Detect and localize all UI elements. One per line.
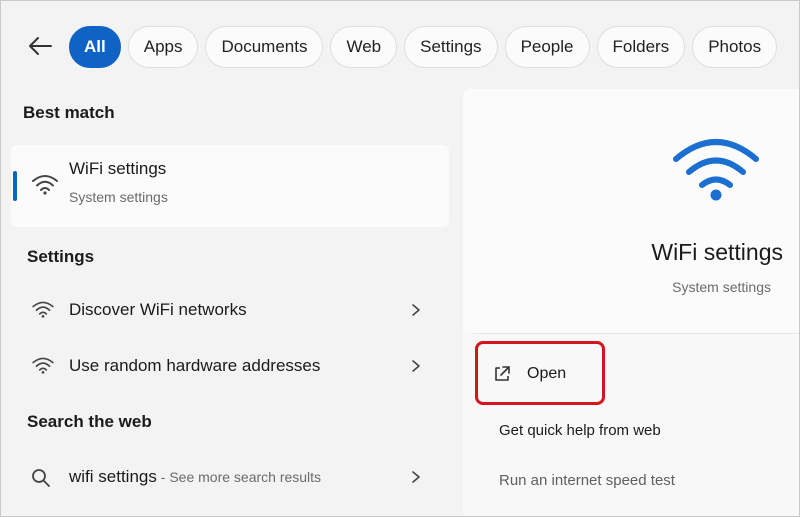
- open-external-icon: [495, 366, 510, 381]
- wifi-icon: [32, 301, 54, 318]
- divider: [473, 333, 799, 334]
- preview-subtitle: System settings: [672, 279, 771, 295]
- search-icon: [32, 469, 50, 487]
- chevron-right-icon: [412, 304, 420, 316]
- chip-web[interactable]: Web: [330, 26, 398, 68]
- best-match-heading: Best match: [23, 103, 115, 122]
- wifi-icon: [32, 357, 54, 374]
- back-button[interactable]: [25, 31, 55, 61]
- chip-settings[interactable]: Settings: [404, 26, 498, 68]
- filter-bar: All Apps Documents Web Settings People F…: [1, 1, 799, 89]
- result-random-hardware[interactable]: Use random hardware addresses: [11, 343, 449, 389]
- chevron-right-icon: [412, 360, 420, 372]
- best-match-title: WiFi settings: [69, 159, 167, 178]
- chip-people[interactable]: People: [504, 26, 590, 68]
- web-query: wifi settings: [69, 467, 157, 486]
- selection-indicator: [13, 171, 17, 201]
- result-web-search[interactable]: wifi settings - See more search results: [11, 454, 449, 500]
- web-search-label: wifi settings - See more search results: [69, 467, 321, 487]
- result-label: Use random hardware addresses: [69, 356, 321, 375]
- wifi-icon: [673, 139, 759, 201]
- search-window: All Apps Documents Web Settings People F…: [0, 0, 800, 517]
- action-speed-test[interactable]: Run an internet speed test: [499, 472, 675, 489]
- chevron-right-icon: [412, 471, 420, 483]
- web-suffix: - See more search results: [156, 469, 322, 485]
- result-discover-wifi[interactable]: Discover WiFi networks: [11, 287, 449, 333]
- chip-folders[interactable]: Folders: [596, 26, 686, 68]
- best-match-subtitle: System settings: [69, 189, 168, 205]
- chip-documents[interactable]: Documents: [205, 26, 324, 68]
- preview-header: WiFi settings System settings: [463, 89, 799, 333]
- search-web-heading: Search the web: [27, 412, 152, 431]
- filter-chips: All Apps Documents Web Settings People F…: [69, 25, 778, 69]
- chip-photos[interactable]: Photos: [692, 26, 778, 68]
- results-list: Best match WiFi settings System settings…: [1, 89, 461, 516]
- preview-title: WiFi settings: [651, 239, 783, 265]
- chip-all[interactable]: All: [69, 26, 121, 68]
- open-label: Open: [527, 365, 567, 382]
- wifi-icon: [32, 175, 58, 195]
- result-label: Discover WiFi networks: [69, 300, 247, 319]
- open-button[interactable]: Open: [493, 361, 566, 387]
- preview-panel: WiFi settings System settings Open Get q…: [463, 89, 799, 516]
- action-quick-help[interactable]: Get quick help from web: [499, 422, 661, 439]
- best-match-result[interactable]: WiFi settings System settings: [11, 145, 449, 227]
- settings-heading: Settings: [27, 247, 95, 266]
- arrow-left-icon: [29, 37, 52, 55]
- chip-apps[interactable]: Apps: [127, 26, 199, 68]
